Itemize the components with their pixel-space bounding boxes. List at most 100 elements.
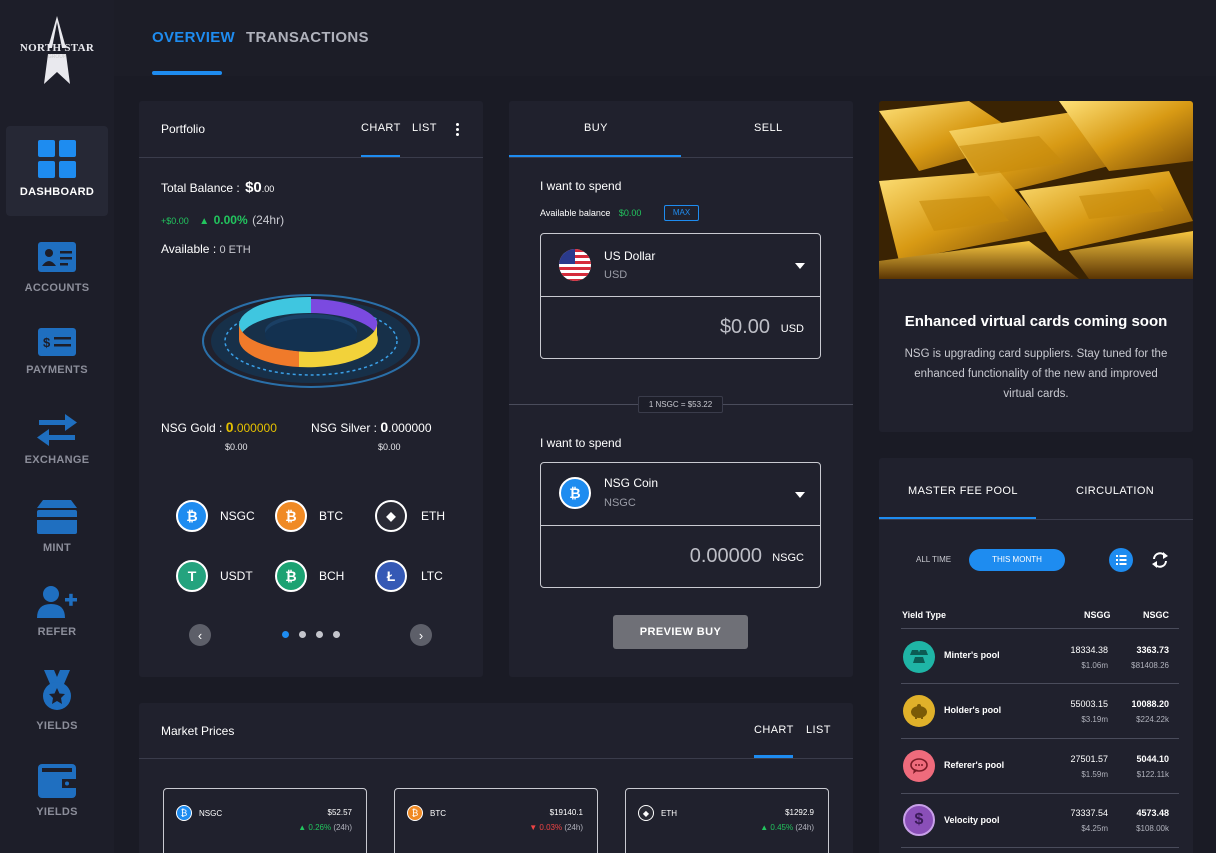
usdt-coin-icon: T <box>176 560 208 592</box>
market-card-nsgc[interactable]: ₿ NSGC $52.57 ▲ 0.26% (24h) <box>163 788 367 853</box>
available-value: 0 ETH <box>219 244 251 256</box>
available-balance-value: $0.00 <box>618 208 642 218</box>
chat-bubble-icon <box>910 758 928 774</box>
preview-buy-button[interactable]: PREVIEW BUY <box>613 615 748 649</box>
from-currency-field[interactable]: US Dollar USD $0.00 USD <box>540 233 821 359</box>
sidebar-item-label: DASHBOARD <box>19 186 95 198</box>
market-price: $19140.1 <box>549 808 583 817</box>
list-view-icon[interactable] <box>1109 548 1133 572</box>
tab-circulation[interactable]: CIRCULATION <box>1076 485 1154 497</box>
chevron-down-icon[interactable] <box>795 492 805 498</box>
account-card-icon <box>38 242 76 272</box>
spend-label-2: I want to spend <box>540 436 622 450</box>
divider <box>139 758 853 759</box>
sidebar-item-payments[interactable]: $ PAYMENTS <box>6 328 108 376</box>
market-tab-list[interactable]: LIST <box>806 724 831 736</box>
tab-overview[interactable]: OVERVIEW <box>152 29 235 46</box>
carousel-dot[interactable] <box>333 631 340 638</box>
market-change-pct: 0.03% <box>539 823 563 832</box>
carousel-dot[interactable] <box>299 631 306 638</box>
to-amount-unit: NSGC <box>772 552 804 564</box>
pool-name: Velocity pool <box>944 815 1000 825</box>
market-card-btc[interactable]: ₿ BTC $19140.1 ▼ 0.03% (24h) <box>394 788 598 853</box>
market-prices-card: Market Prices CHART LIST ₿ NSGC $52.57 ▲… <box>139 703 853 853</box>
market-change-pct: 0.45% <box>770 823 794 832</box>
market-tab-chart[interactable]: CHART <box>754 724 794 736</box>
sidebar-item-yields[interactable]: YIELDS <box>6 670 108 732</box>
sidebar-item-accounts[interactable]: ACCOUNTS <box>6 242 108 294</box>
svg-text:$: $ <box>43 335 51 350</box>
tab-buy[interactable]: BUY <box>584 122 608 134</box>
available-balance-label: Available balance <box>540 208 611 218</box>
sidebar-item-refer[interactable]: REFER <box>6 586 108 638</box>
pool-nsgc: 5044.10 <box>1136 754 1169 764</box>
sidebar-item-exchange[interactable]: EXCHANGE <box>6 414 108 466</box>
row-divider <box>901 738 1179 739</box>
change-percent: 0.00% <box>213 213 248 227</box>
pool-nsgg-usd: $4.25m <box>1081 824 1108 833</box>
pool-nsgg: 73337.54 <box>1070 808 1108 818</box>
change-amount: +$0.00 <box>161 216 189 226</box>
pool-name: Holder's pool <box>944 705 1002 715</box>
carousel-dot[interactable] <box>282 631 289 638</box>
coin-eth[interactable]: ◆ ETH <box>375 500 445 532</box>
to-currency-name: NSG Coin <box>604 476 659 490</box>
tab-transactions[interactable]: TRANSACTIONS <box>246 29 369 46</box>
coin-usdt[interactable]: T USDT <box>176 560 253 592</box>
field-divider <box>541 296 820 297</box>
market-title: Market Prices <box>161 724 235 738</box>
tab-sell[interactable]: SELL <box>754 122 783 134</box>
coin-btc[interactable]: ₿ BTC <box>275 500 343 532</box>
logo-name: NORTH STAR <box>19 42 95 54</box>
carousel-dot[interactable] <box>316 631 323 638</box>
coin-name: ETH <box>421 509 445 523</box>
sidebar-item-label: EXCHANGE <box>24 454 90 466</box>
market-price: $1292.9 <box>785 808 814 817</box>
carousel-next-button[interactable]: › <box>410 624 432 646</box>
ltc-coin-icon: Ł <box>375 560 407 592</box>
gold-bar-stack-icon <box>910 650 928 663</box>
nsg-gold-dec: .000000 <box>233 421 277 435</box>
fee-pool-card: MASTER FEE POOL CIRCULATION ALL TIME THI… <box>879 458 1193 853</box>
north-star-logo[interactable]: NORTH STAR GROUP <box>8 12 106 88</box>
to-currency-field[interactable]: ₿ NSG Coin NSGC 0.00000 NSGC <box>540 462 821 588</box>
market-change-period: (24h) <box>795 823 814 832</box>
nsgc-coin-icon: ₿ <box>176 500 208 532</box>
total-balance-value: 0 <box>253 179 262 196</box>
pool-nsgc: 3363.73 <box>1136 645 1169 655</box>
pool-nsgc-usd: $81408.26 <box>1131 661 1169 670</box>
coin-nsgc[interactable]: ₿ NSGC <box>176 500 255 532</box>
refresh-icon[interactable] <box>1151 551 1169 569</box>
carousel-prev-button[interactable]: ‹ <box>189 624 211 646</box>
filter-this-month[interactable]: THIS MONTH <box>969 549 1065 571</box>
promo-title: Enhanced virtual cards coming soon <box>904 313 1168 330</box>
tab-master-fee-pool[interactable]: MASTER FEE POOL <box>908 485 1018 497</box>
max-button[interactable]: MAX <box>664 205 699 221</box>
row-divider <box>901 683 1179 684</box>
row-divider <box>901 793 1179 794</box>
btc-coin-icon: ₿ <box>407 805 423 821</box>
field-divider <box>541 525 820 526</box>
sidebar-item-mint[interactable]: MINT <box>6 500 108 554</box>
coin-bch[interactable]: ₿ BCH <box>275 560 344 592</box>
minters-pool-icon <box>903 641 935 673</box>
divider <box>879 519 1193 520</box>
to-amount[interactable]: 0.00000 <box>690 545 762 568</box>
btc-coin-icon: ₿ <box>275 500 307 532</box>
from-amount[interactable]: $0.00 <box>720 316 770 339</box>
sidebar-item-label: ACCOUNTS <box>24 282 90 294</box>
more-options-icon[interactable] <box>455 123 461 137</box>
pool-nsgc-usd: $122.11k <box>1136 770 1169 779</box>
coin-ltc[interactable]: Ł LTC <box>375 560 443 592</box>
pool-nsgc: 4573.48 <box>1136 808 1169 818</box>
add-user-icon <box>37 586 77 618</box>
portfolio-tab-list[interactable]: LIST <box>412 122 437 134</box>
holders-pool-icon <box>903 695 935 727</box>
row-divider <box>901 847 1179 848</box>
filter-all-time[interactable]: ALL TIME <box>916 555 951 564</box>
sidebar-item-dashboard[interactable]: DASHBOARD <box>6 126 108 216</box>
market-card-eth[interactable]: ◆ ETH $1292.9 ▲ 0.45% (24h) <box>625 788 829 853</box>
chevron-down-icon[interactable] <box>795 263 805 269</box>
portfolio-tab-chart[interactable]: CHART <box>361 122 401 134</box>
sidebar-item-yields-wallet[interactable]: YIELDS <box>6 764 108 818</box>
